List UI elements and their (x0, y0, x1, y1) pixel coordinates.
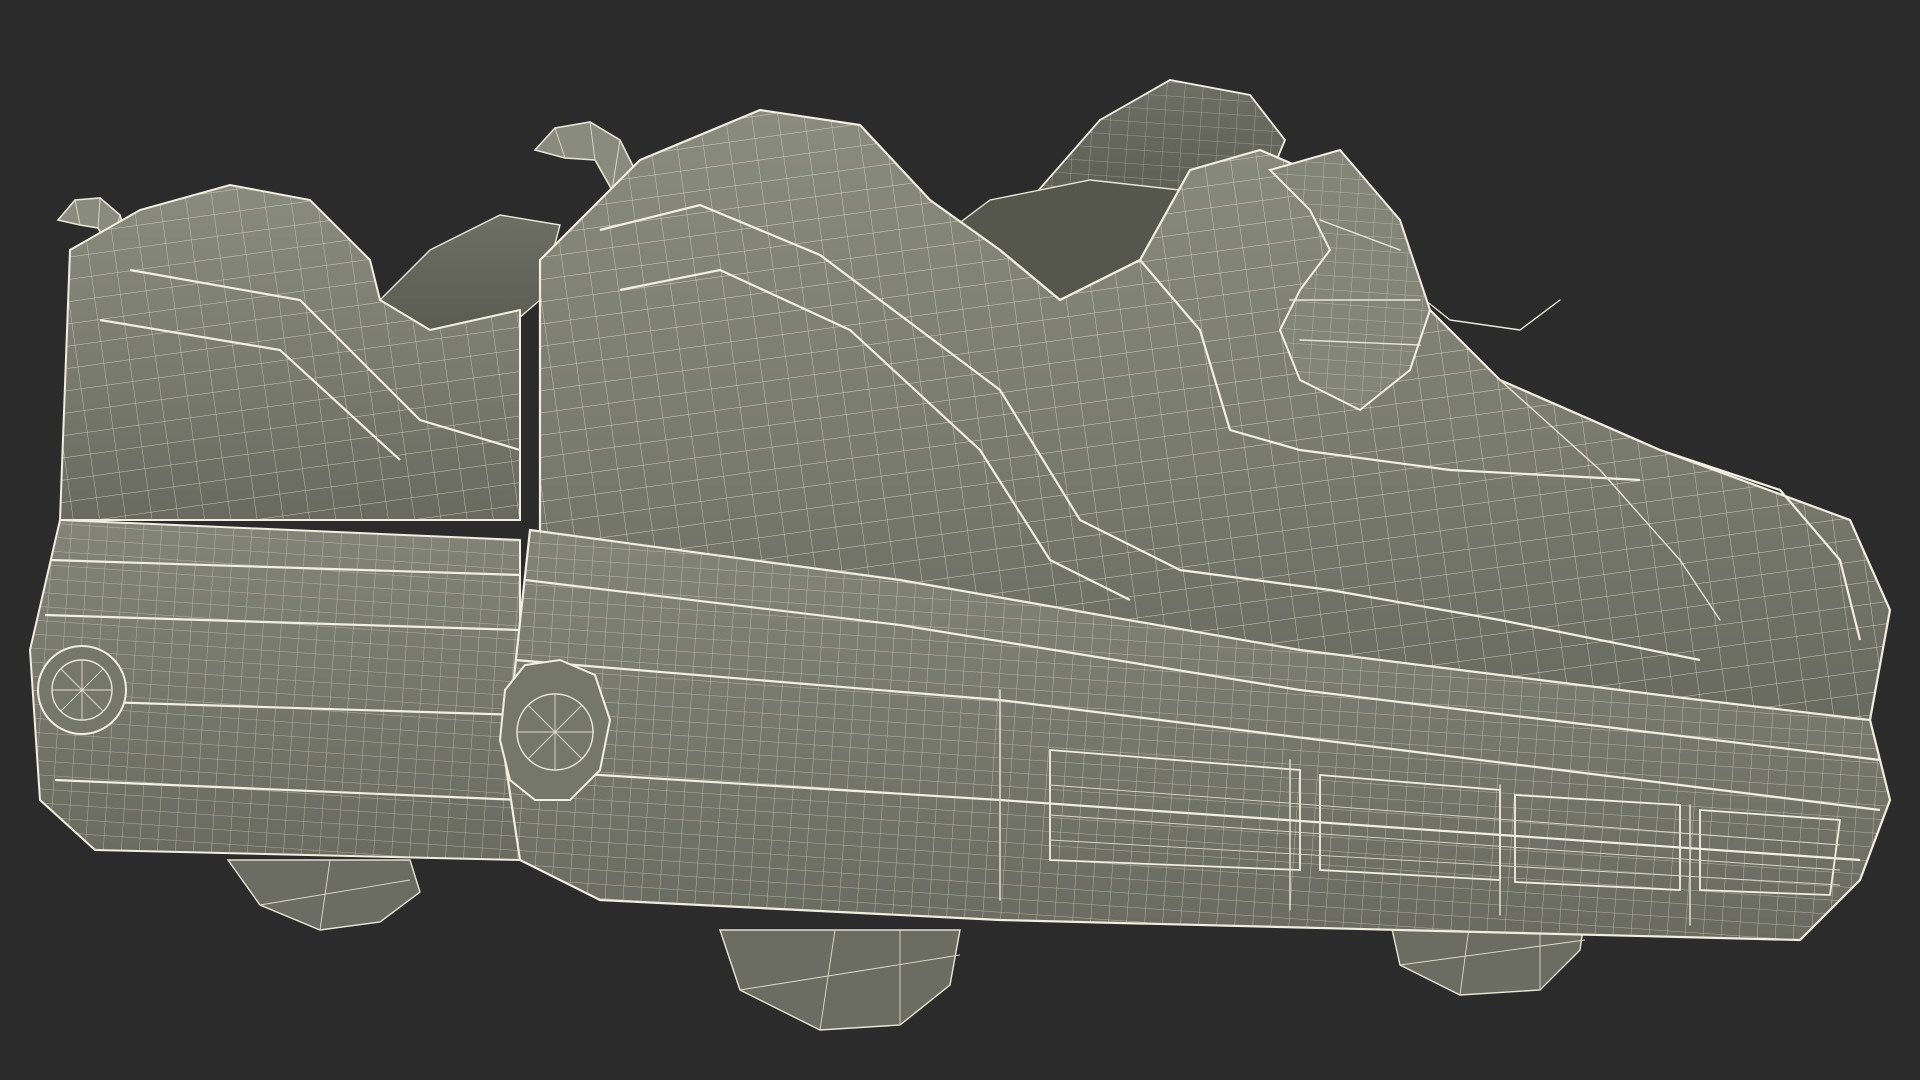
front-shoe (498, 79, 1892, 1031)
back-shoe-bottom-wheel (226, 859, 421, 931)
back-shoe (28, 183, 561, 931)
render-viewport (0, 0, 1920, 1080)
front-shoe-rear-bottom-wheel (719, 929, 961, 1031)
wireframe-render (28, 79, 1892, 1031)
back-shoe-side-wheel (37, 645, 127, 735)
